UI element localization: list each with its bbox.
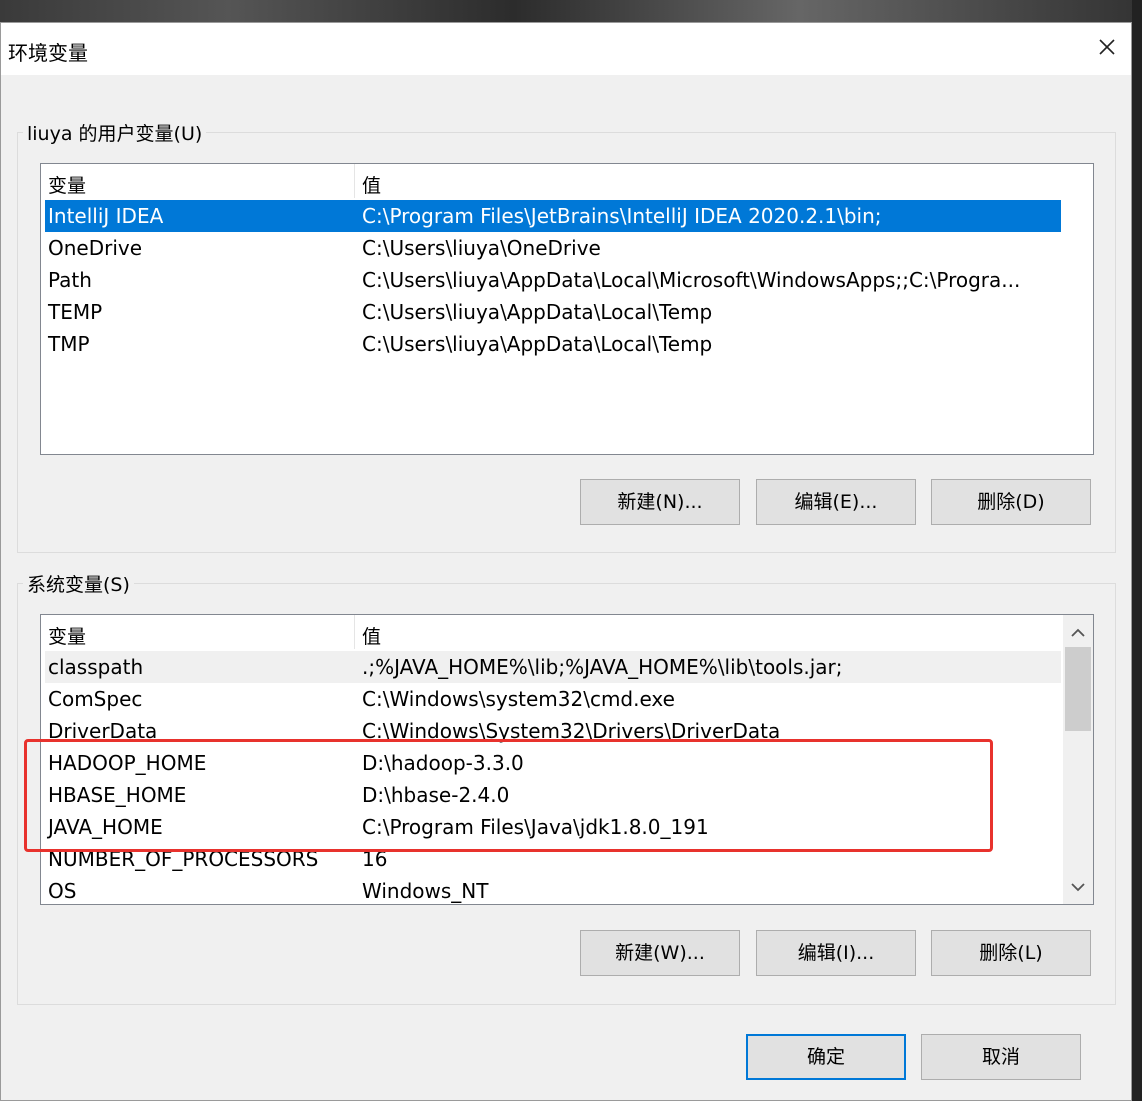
- column-header-value[interactable]: 值: [362, 171, 381, 198]
- table-row[interactable]: classpath .;%JAVA_HOME%\lib;%JAVA_HOME%\…: [45, 651, 1061, 683]
- system-new-button[interactable]: 新建(W)...: [580, 930, 740, 976]
- table-row[interactable]: DriverData C:\Windows\System32\Drivers\D…: [45, 715, 1061, 747]
- column-header-variable[interactable]: 变量: [48, 171, 86, 198]
- user-variables-label: liuya 的用户变量(U): [23, 119, 207, 146]
- column-header-variable[interactable]: 变量: [48, 622, 86, 649]
- system-edit-button[interactable]: 编辑(I)...: [756, 930, 916, 976]
- table-row[interactable]: Path C:\Users\liuya\AppData\Local\Micros…: [45, 264, 1061, 296]
- table-row[interactable]: IntelliJ IDEA C:\Program Files\JetBrains…: [45, 200, 1061, 232]
- table-row[interactable]: OS Windows_NT: [45, 875, 1061, 904]
- vertical-scrollbar[interactable]: [1063, 615, 1093, 904]
- user-new-button[interactable]: 新建(N)...: [580, 479, 740, 525]
- list-header: 变量 值: [41, 615, 1093, 649]
- system-delete-button[interactable]: 删除(L): [931, 930, 1091, 976]
- user-edit-button[interactable]: 编辑(E)...: [756, 479, 916, 525]
- cancel-button[interactable]: 取消: [921, 1034, 1081, 1080]
- system-variables-label: 系统变量(S): [23, 570, 134, 597]
- column-divider[interactable]: [354, 615, 355, 649]
- environment-variables-dialog: 环境变量 liuya 的用户变量(U) 变量 值 IntelliJ IDEA C…: [0, 22, 1132, 1101]
- list-header: 变量 值: [41, 164, 1093, 198]
- user-variables-list[interactable]: 变量 值 IntelliJ IDEA C:\Program Files\JetB…: [40, 163, 1094, 455]
- table-row[interactable]: JAVA_HOME C:\Program Files\Java\jdk1.8.0…: [45, 811, 1061, 843]
- scrollbar-thumb[interactable]: [1065, 647, 1091, 731]
- table-row[interactable]: TEMP C:\Users\liuya\AppData\Local\Temp: [45, 296, 1061, 328]
- column-divider[interactable]: [354, 164, 355, 198]
- close-icon[interactable]: [1093, 33, 1121, 61]
- table-row[interactable]: HBASE_HOME D:\hbase-2.4.0: [45, 779, 1061, 811]
- desktop-background: [0, 0, 1142, 24]
- table-row[interactable]: TMP C:\Users\liuya\AppData\Local\Temp: [45, 328, 1061, 360]
- system-variables-list[interactable]: 变量 值 classpath .;%JAVA_HOME%\lib;%JAVA_H…: [40, 614, 1094, 905]
- table-row[interactable]: ComSpec C:\Windows\system32\cmd.exe: [45, 683, 1061, 715]
- title-bar: 环境变量: [1, 23, 1131, 75]
- scroll-down-icon[interactable]: [1068, 877, 1088, 897]
- table-row[interactable]: HADOOP_HOME D:\hadoop-3.3.0: [45, 747, 1061, 779]
- ok-button[interactable]: 确定: [746, 1034, 906, 1080]
- column-header-value[interactable]: 值: [362, 622, 381, 649]
- desktop-edge: [1132, 0, 1142, 1101]
- table-row[interactable]: NUMBER_OF_PROCESSORS 16: [45, 843, 1061, 875]
- user-delete-button[interactable]: 删除(D): [931, 479, 1091, 525]
- table-row[interactable]: OneDrive C:\Users\liuya\OneDrive: [45, 232, 1061, 264]
- scroll-up-icon[interactable]: [1068, 623, 1088, 643]
- dialog-title: 环境变量: [8, 41, 88, 65]
